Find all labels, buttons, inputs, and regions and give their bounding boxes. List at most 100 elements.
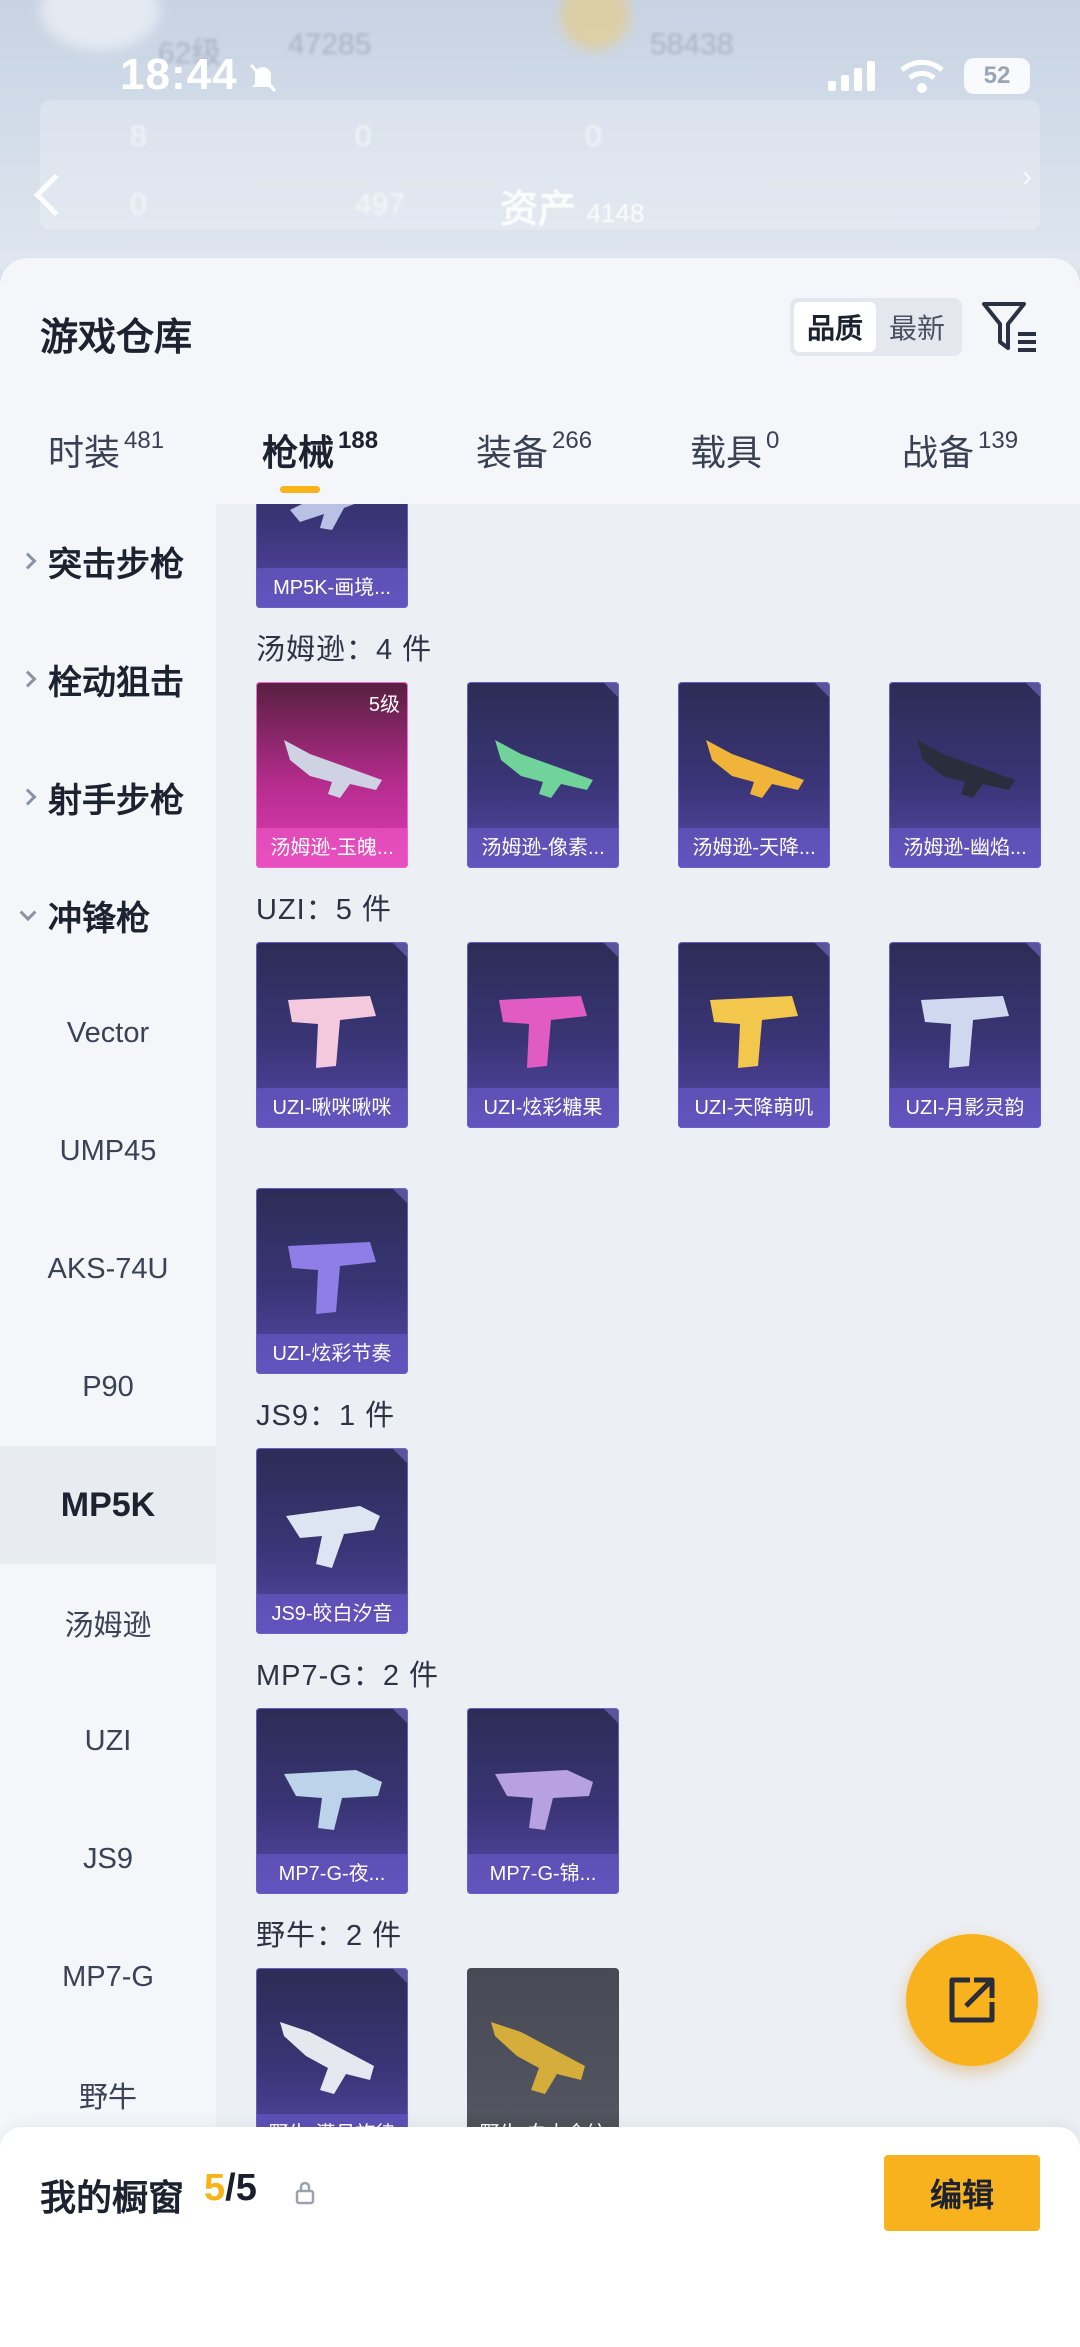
sidebar-category[interactable]: 射手步枪 [0, 738, 216, 856]
bg-score: 47285 [288, 28, 372, 61]
weapon-card[interactable]: MP7-G-夜... [256, 1708, 408, 1894]
group-label: UZI：5 件 [256, 894, 392, 926]
card-name: MP5K-画境... [256, 568, 408, 608]
gun-icon [491, 2022, 585, 2094]
showcase-bar: 我的橱窗 5/5 编辑 [0, 2127, 1080, 2347]
sort-newest-button[interactable]: 最新 [876, 302, 958, 352]
chevron-right-icon [19, 788, 37, 806]
card-name: 汤姆逊-玉魄... [256, 828, 408, 868]
card-name: 汤姆逊-幽焰... [889, 828, 1041, 868]
status-time: 18:44 [120, 50, 238, 99]
bg-stat: 0 [585, 120, 602, 153]
gun-icon [290, 504, 355, 530]
weapon-card[interactable]: 5级 汤姆逊-玉魄... [256, 682, 408, 868]
weapon-card[interactable]: UZI-天降萌叽 [678, 942, 830, 1128]
gun-icon [280, 2022, 374, 2094]
weapon-card[interactable]: MP5K-画境... [256, 504, 408, 608]
bg-stat: 8 [130, 120, 147, 153]
gun-icon [288, 996, 376, 1068]
card-name: 汤姆逊-像素... [467, 828, 619, 868]
bg-stat: 0 [130, 188, 147, 221]
gun-icon [286, 1506, 380, 1568]
weapon-card[interactable]: UZI-炫彩糖果 [467, 942, 619, 1128]
share-external-icon [949, 1977, 995, 2023]
card-name: UZI-啾咪啾咪 [256, 1088, 408, 1128]
card-name: UZI-炫彩节奏 [256, 1334, 408, 1374]
sidebar-category-expanded[interactable]: 冲锋枪 [0, 856, 216, 974]
page-title: 游戏仓库 [40, 317, 193, 359]
filter-icon[interactable] [980, 300, 1040, 354]
mute-bell-icon [249, 63, 277, 93]
weapon-card[interactable]: 汤姆逊-幽焰... [889, 682, 1041, 868]
weapon-card[interactable]: MP7-G-锦... [467, 1708, 619, 1894]
card-name: MP7-G-锦... [467, 1854, 619, 1894]
tab-fashion[interactable]: 时装 481 [48, 424, 164, 476]
sidebar-item[interactable]: JS9 [0, 1800, 216, 1918]
weapon-card[interactable]: 汤姆逊-像素... [467, 682, 619, 868]
weapon-card[interactable]: JS9-皎白汐音 [256, 1448, 408, 1634]
lock-icon [295, 2181, 315, 2205]
sort-toggle: 品质 最新 [790, 298, 962, 356]
group-label: JS9：1 件 [256, 1400, 396, 1432]
card-corner [603, 682, 619, 698]
bg-points: 58438 [650, 28, 734, 61]
tab-active-indicator [280, 486, 320, 493]
weapon-type-sidebar: 突击步枪 栓动狙击 射手步枪 冲锋枪 Vector UMP45 AKS-74U … [0, 504, 216, 2347]
emblem-blur [560, 0, 630, 50]
card-name: UZI-天降萌叽 [678, 1088, 830, 1128]
weapon-card[interactable]: UZI-啾咪啾咪 [256, 942, 408, 1128]
bg-stat: 0 [355, 120, 372, 153]
assets-label: 资产 4148 [500, 189, 645, 231]
sidebar-item[interactable]: MP7-G [0, 1918, 216, 2036]
chevron-right-icon: › [1022, 160, 1032, 193]
background-header: 62级 47285 58438 8 0 0 0 497 资产 4148 › [0, 0, 1080, 270]
card-corner [814, 942, 830, 958]
card-name: MP7-G-夜... [256, 1854, 408, 1894]
sidebar-category[interactable]: 突击步枪 [0, 502, 216, 620]
tab-firearms[interactable]: 枪械 188 [262, 424, 378, 476]
tab-supplies[interactable]: 战备 139 [902, 424, 1018, 476]
bg-stat: 497 [355, 188, 406, 221]
showcase-title: 我的橱窗 [40, 2177, 185, 2218]
gun-icon [499, 996, 587, 1068]
gun-icon [917, 740, 1015, 798]
sidebar-item[interactable]: P90 [0, 1328, 216, 1446]
card-corner [603, 942, 619, 958]
sidebar-item[interactable]: 汤姆逊 [0, 1564, 216, 1682]
gun-icon [495, 740, 593, 798]
gun-icon [710, 996, 798, 1068]
weapon-grid: MP5K-画境... 汤姆逊：4 件 5级 汤姆逊-玉魄... 汤姆逊-像素..… [216, 504, 1080, 2347]
sidebar-item[interactable]: UMP45 [0, 1092, 216, 1210]
edit-button[interactable]: 编辑 [884, 2155, 1040, 2231]
sidebar-item[interactable]: Vector [0, 974, 216, 1092]
group-label: MP7-G：2 件 [256, 1660, 440, 1692]
group-label: 野牛：2 件 [256, 1920, 403, 1952]
cellular-signal-icon [828, 61, 875, 91]
card-corner [814, 682, 830, 698]
card-corner [1025, 682, 1041, 698]
sidebar-item[interactable]: UZI [0, 1682, 216, 1800]
sidebar-item-selected[interactable]: MP5K [0, 1446, 216, 1564]
sidebar-category[interactable]: 栓动狙击 [0, 620, 216, 738]
card-corner [603, 1708, 619, 1724]
weapon-card[interactable]: UZI-月影灵韵 [889, 942, 1041, 1128]
battery-indicator: 52 [964, 58, 1030, 94]
weapon-card[interactable]: 汤姆逊-天降... [678, 682, 830, 868]
share-button[interactable] [906, 1934, 1038, 2066]
card-corner [392, 1448, 408, 1464]
chevron-down-icon [19, 904, 37, 922]
card-name: JS9-皎白汐音 [256, 1594, 408, 1634]
sidebar-item[interactable]: AKS-74U [0, 1210, 216, 1328]
showcase-count: 5/5 [204, 2167, 257, 2209]
status-icons: 52 [826, 58, 1030, 94]
tab-vehicles[interactable]: 载具 0 [690, 424, 779, 476]
card-name: 汤姆逊-天降... [678, 828, 830, 868]
weapon-card[interactable]: UZI-炫彩节奏 [256, 1188, 408, 1374]
sheet-header: 游戏仓库 品质 最新 时装 481 枪械 188 装备 266 载具 0 战备 139 [0, 258, 1080, 504]
gun-icon [495, 1770, 593, 1830]
card-corner [1025, 942, 1041, 958]
chevron-right-icon [19, 552, 37, 570]
sort-quality-button[interactable]: 品质 [794, 302, 876, 352]
tab-equipment[interactable]: 装备 266 [476, 424, 592, 476]
card-corner [392, 1968, 408, 1984]
